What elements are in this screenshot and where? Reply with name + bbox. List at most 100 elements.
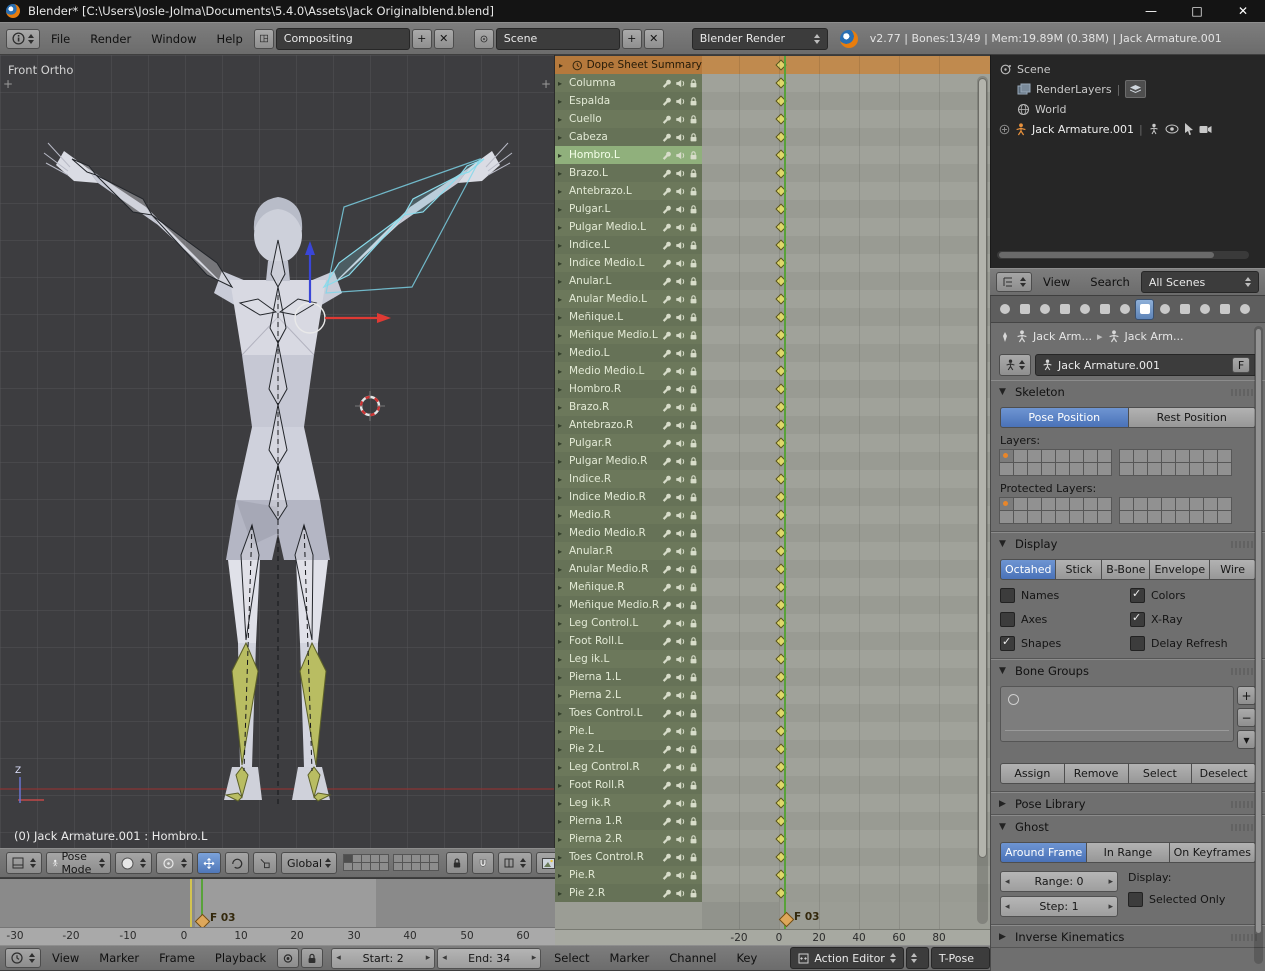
expand-icon[interactable] (999, 124, 1010, 135)
channel-key-lane[interactable] (702, 146, 990, 164)
channel-mute-icon[interactable] (675, 690, 686, 701)
channel-modifier-icon[interactable] (662, 636, 673, 647)
channel-key-lane[interactable] (702, 524, 990, 542)
layer-toggle[interactable] (1055, 449, 1070, 463)
channel-name-cell[interactable]: Indice.L (555, 236, 702, 254)
channel-expand-icon[interactable] (558, 817, 567, 826)
channel-name-cell[interactable]: Anular.L (555, 272, 702, 290)
channel-name-cell[interactable]: Anular Medio.R (555, 560, 702, 578)
channel-name-cell[interactable]: Pierna 1.L (555, 668, 702, 686)
layer-toggle[interactable] (1041, 497, 1056, 511)
channel-expand-icon[interactable] (558, 763, 567, 772)
channel-modifier-icon[interactable] (662, 186, 673, 197)
dopesheet-channel-row[interactable]: Indice Medio.L (555, 254, 990, 272)
channel-mute-icon[interactable] (675, 798, 686, 809)
checkbox-box[interactable] (1128, 892, 1143, 907)
panel-ghost-header[interactable]: ▼ Ghost (991, 816, 1265, 838)
frame-start-field[interactable]: ◂ Start: 2 ▸ (331, 948, 435, 969)
layer-toggle[interactable] (1217, 449, 1232, 463)
menu-outliner-view[interactable]: View (1034, 275, 1079, 289)
channel-lock-icon[interactable] (688, 798, 699, 809)
channel-mute-icon[interactable] (675, 834, 686, 845)
channel-mute-icon[interactable] (675, 654, 686, 665)
channel-modifier-icon[interactable] (662, 438, 673, 449)
channel-lock-icon[interactable] (688, 618, 699, 629)
panel-expand-icon[interactable]: ▼ (999, 822, 1009, 832)
layer-toggle[interactable] (999, 497, 1014, 511)
channel-modifier-icon[interactable] (662, 96, 673, 107)
layer-toggle[interactable] (1041, 510, 1056, 524)
panel-expand-icon[interactable]: ▼ (999, 387, 1009, 397)
channel-mute-icon[interactable] (675, 186, 686, 197)
channel-modifier-icon[interactable] (662, 888, 673, 899)
editor-type-timeline-button[interactable] (5, 948, 41, 968)
outliner-item-renderlayers[interactable]: RenderLayers | (991, 79, 1265, 99)
channel-lock-icon[interactable] (688, 762, 699, 773)
channel-modifier-icon[interactable] (662, 744, 673, 755)
layer-toggle[interactable] (1203, 510, 1218, 524)
channel-lock-icon[interactable] (688, 708, 699, 719)
channel-key-lane[interactable] (702, 704, 990, 722)
dopesheet-channel-row[interactable]: Brazo.R (555, 398, 990, 416)
channel-modifier-icon[interactable] (662, 474, 673, 485)
menu-tl-frame[interactable]: Frame (150, 951, 204, 965)
channel-expand-icon[interactable] (558, 349, 567, 358)
channel-modifier-icon[interactable] (662, 78, 673, 89)
channel-lock-icon[interactable] (688, 744, 699, 755)
layer-toggle[interactable] (1013, 449, 1028, 463)
channel-lock-icon[interactable] (688, 888, 699, 899)
channel-lock-icon[interactable] (688, 438, 699, 449)
region-expand-icon[interactable]: + (541, 77, 551, 91)
panel-bone-groups-header[interactable]: ▼ Bone Groups (991, 660, 1265, 682)
channel-name-cell[interactable]: Pierna 1.R (555, 812, 702, 830)
channel-modifier-icon[interactable] (662, 420, 673, 431)
dopesheet-channel-row[interactable]: Pierna 2.L (555, 686, 990, 704)
layer-toggle[interactable] (1069, 497, 1084, 511)
layer-toggle[interactable] (1147, 449, 1162, 463)
channel-mute-icon[interactable] (675, 312, 686, 323)
dopesheet-channel-row[interactable]: Pie.R (555, 866, 990, 884)
manipulator-rotate-toggle[interactable] (225, 852, 249, 874)
channel-key-lane[interactable] (702, 308, 990, 326)
panel-ik-header[interactable]: ▶ Inverse Kinematics (991, 926, 1265, 948)
channel-expand-icon[interactable] (558, 187, 567, 196)
layer-toggle[interactable] (1189, 462, 1204, 476)
channel-expand-icon[interactable] (558, 115, 567, 124)
dopesheet-channel-row[interactable]: Pierna 1.R (555, 812, 990, 830)
channel-name-cell[interactable]: Hombro.L (555, 146, 702, 164)
channel-lock-icon[interactable] (688, 168, 699, 179)
channel-modifier-icon[interactable] (662, 168, 673, 179)
channel-mute-icon[interactable] (675, 204, 686, 215)
channel-expand-icon[interactable] (558, 673, 567, 682)
snap-element-select[interactable] (498, 852, 532, 874)
channel-name-cell[interactable]: Medio Medio.L (555, 362, 702, 380)
add-scene-button[interactable]: + (622, 29, 642, 49)
channel-key-lane[interactable] (702, 74, 990, 92)
dopesheet-channel-row[interactable]: Pulgar Medio.L (555, 218, 990, 236)
channel-modifier-icon[interactable] (662, 258, 673, 269)
channel-name-cell[interactable]: Pie 2.R (555, 884, 702, 902)
layer-toggle[interactable] (1147, 510, 1162, 524)
viewport-3d[interactable]: Z Front Ortho (0) Jack Armature.001 : Ho… (0, 55, 555, 848)
stepper-right-arrow[interactable]: ▸ (532, 953, 537, 963)
channel-key-lane[interactable] (702, 722, 990, 740)
channel-mute-icon[interactable] (675, 276, 686, 287)
channel-expand-icon[interactable] (558, 169, 567, 178)
menu-ds-marker[interactable]: Marker (600, 951, 658, 965)
layer-toggle[interactable] (1013, 510, 1028, 524)
dopesheet-channel-row[interactable]: Toes Control.R (555, 848, 990, 866)
channel-modifier-icon[interactable] (662, 348, 673, 359)
channel-key-lane[interactable] (702, 596, 990, 614)
layer-toggle[interactable] (999, 510, 1014, 524)
channel-key-lane[interactable] (702, 668, 990, 686)
channel-name-cell[interactable]: Leg ik.L (555, 650, 702, 668)
channel-key-lane[interactable] (702, 92, 990, 110)
layer-toggle[interactable] (1027, 497, 1042, 511)
channel-name-cell[interactable]: Pierna 2.R (555, 830, 702, 848)
dopesheet-channel-row[interactable]: Antebrazo.L (555, 182, 990, 200)
channel-modifier-icon[interactable] (662, 492, 673, 503)
channel-expand-icon[interactable] (558, 385, 567, 394)
delete-screen-button[interactable]: ✕ (434, 29, 454, 49)
dope-sheet-editor[interactable]: Dope Sheet Summary Columna Espalda (555, 55, 990, 945)
layer-toggle[interactable] (1041, 449, 1056, 463)
